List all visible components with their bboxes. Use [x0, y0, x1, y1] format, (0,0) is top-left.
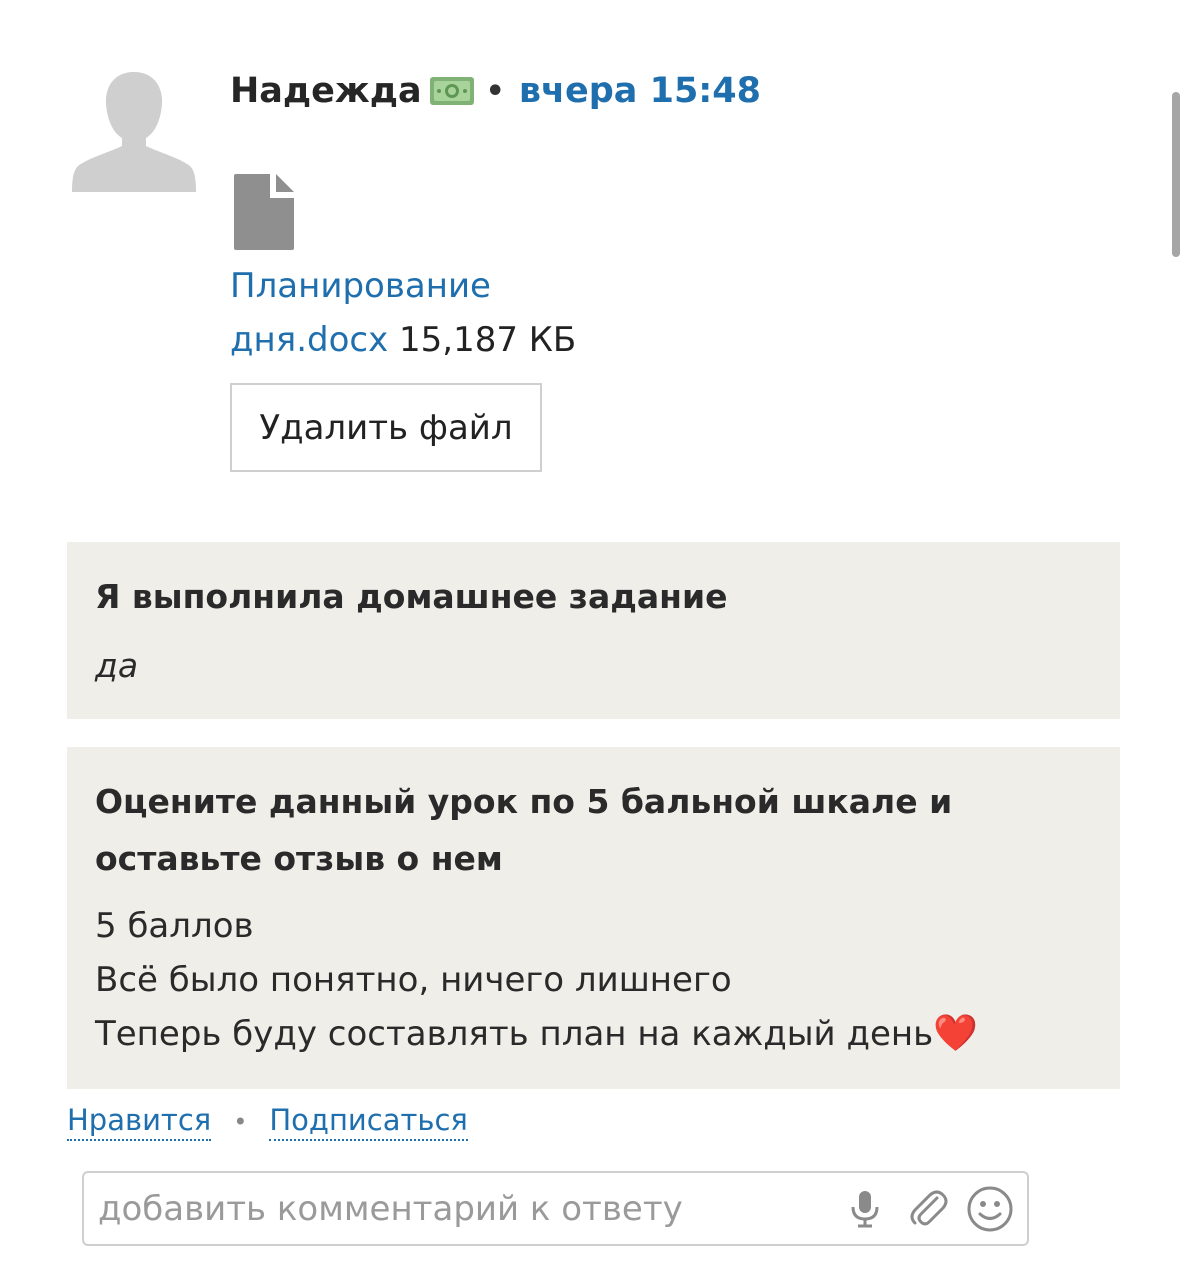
question-title: Оцените данный урок по 5 бальной шкале и… — [95, 782, 953, 878]
actions-separator: • — [233, 1108, 248, 1136]
file-name-row: дня.docx 15,187 КБ — [230, 320, 576, 360]
answer-line: 5 баллов — [95, 906, 254, 946]
answer-card-homework: Я выполнила домашнее задание да — [67, 542, 1120, 719]
file-size: 15,187 КБ — [399, 320, 577, 360]
avatar — [72, 72, 196, 192]
like-link[interactable]: Нравится — [67, 1103, 212, 1141]
heart-emoji: ❤️ — [933, 1013, 978, 1054]
file-name-link-line2[interactable]: дня.docx — [230, 320, 388, 360]
user-silhouette-icon — [72, 72, 196, 192]
comment-input[interactable] — [96, 1175, 840, 1243]
answer-line: Всё было понятно, ничего лишнего — [95, 960, 732, 1000]
post-time-link[interactable]: вчера 15:48 — [519, 71, 761, 111]
money-icon — [429, 77, 474, 105]
microphone-icon[interactable] — [839, 1183, 891, 1235]
post-actions: Нравится • Подписаться — [67, 1100, 468, 1144]
scrollbar-thumb[interactable] — [1172, 92, 1180, 257]
delete-file-button[interactable]: Удалить файл — [230, 383, 542, 472]
answer-card-rating: Оцените данный урок по 5 бальной шкале и… — [67, 747, 1120, 1089]
answer-line: Теперь буду составлять план на каждый де… — [95, 1007, 978, 1061]
file-name-link-line1[interactable]: Планирование — [230, 266, 491, 306]
file-icon[interactable] — [234, 174, 294, 250]
answer-line-text: Теперь буду составлять план на каждый де… — [95, 1014, 934, 1054]
author-name[interactable]: Надежда — [230, 71, 422, 111]
paperclip-icon[interactable] — [902, 1183, 954, 1235]
header-separator: • — [485, 73, 505, 109]
post-header: Надежда • вчера 15:48 — [230, 68, 761, 114]
emoji-icon[interactable] — [964, 1183, 1016, 1235]
answer-lines: 5 баллов Всё было понятно, ничего лишнег… — [95, 899, 978, 1061]
answer-text: да — [95, 646, 139, 685]
question-title: Я выполнила домашнее задание — [95, 577, 728, 616]
subscribe-link[interactable]: Подписаться — [269, 1103, 468, 1141]
comment-box — [82, 1171, 1029, 1246]
